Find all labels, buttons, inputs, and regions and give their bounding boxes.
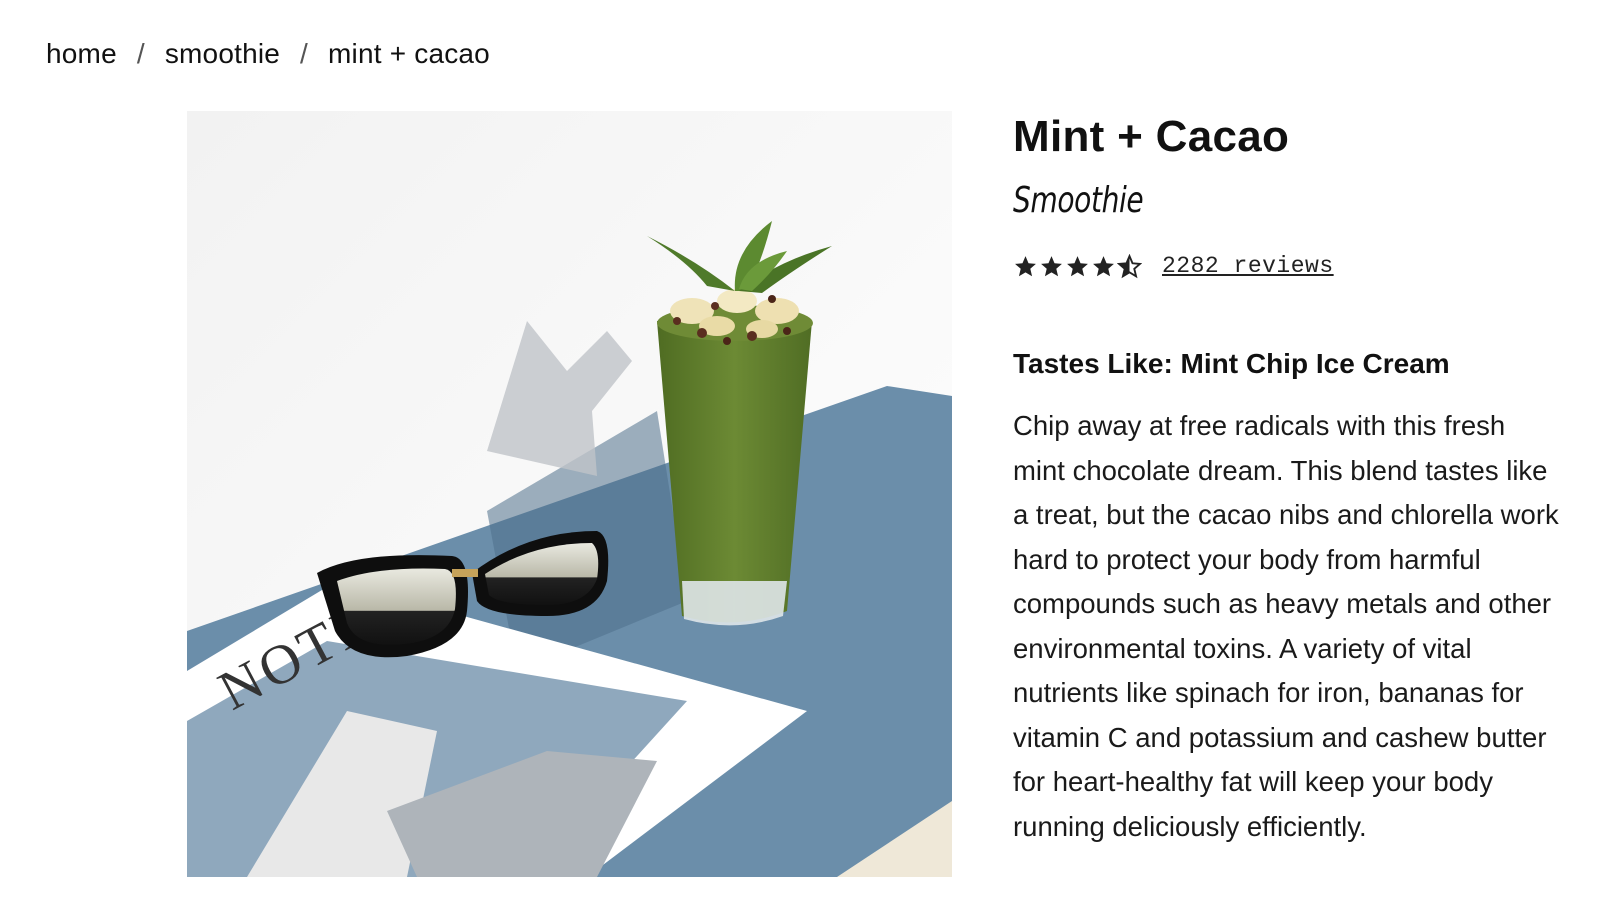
product-image: NOTE — [187, 111, 952, 877]
breadcrumb-current[interactable]: mint + cacao — [328, 38, 490, 70]
description-line: for heart-healthy fat will keep your bod… — [1013, 766, 1493, 797]
description-line: environmental toxins. A variety of vital — [1013, 632, 1472, 664]
star-icon — [1067, 255, 1088, 276]
product-title: Mint + Cacao — [1013, 112, 1290, 161]
description-line: nutrients like spinach for iron, bananas… — [1013, 677, 1524, 708]
star-rating — [1013, 253, 1142, 279]
description-line: compounds such as heavy metals and other — [1013, 588, 1552, 619]
description-line: vitamin C and potassium and cashew butte… — [1013, 721, 1547, 753]
product-description: Chip away at free radicals with this fre… — [1013, 404, 1613, 849]
breadcrumb-separator: / — [136, 38, 145, 69]
description-line: a treat, but the cacao nibs and chlorell… — [1013, 499, 1559, 530]
product-photo: NOTE — [187, 111, 952, 877]
description-line: hard to protect your body from harmful — [1013, 543, 1481, 575]
breadcrumb-home[interactable]: home — [46, 38, 117, 70]
product-rating: 2282 reviews — [1013, 248, 1603, 284]
breadcrumb-separator: / — [300, 38, 309, 69]
description-line: running deliciously efficiently. — [1013, 810, 1367, 842]
description-line: Chip away at free radicals with this fre… — [1013, 410, 1506, 441]
breadcrumb-smoothie[interactable]: smoothie — [165, 38, 280, 70]
star-icon — [1015, 255, 1036, 276]
product-category: Smoothie — [1013, 180, 1144, 221]
breadcrumb: home / smoothie / mint + cacao — [46, 38, 490, 70]
product-info: Mint + Cacao Smoothie 2282 reviews Taste… — [1013, 110, 1603, 849]
reviews-link[interactable]: 2282 reviews — [1162, 253, 1334, 279]
star-icon — [1093, 255, 1114, 276]
half-star-icon — [1117, 253, 1142, 278]
star-icon — [1041, 255, 1062, 276]
description-line: mint chocolate dream. This blend tastes … — [1013, 454, 1548, 486]
tastes-like-heading: Tastes Like: Mint Chip Ice Cream — [1013, 348, 1450, 379]
